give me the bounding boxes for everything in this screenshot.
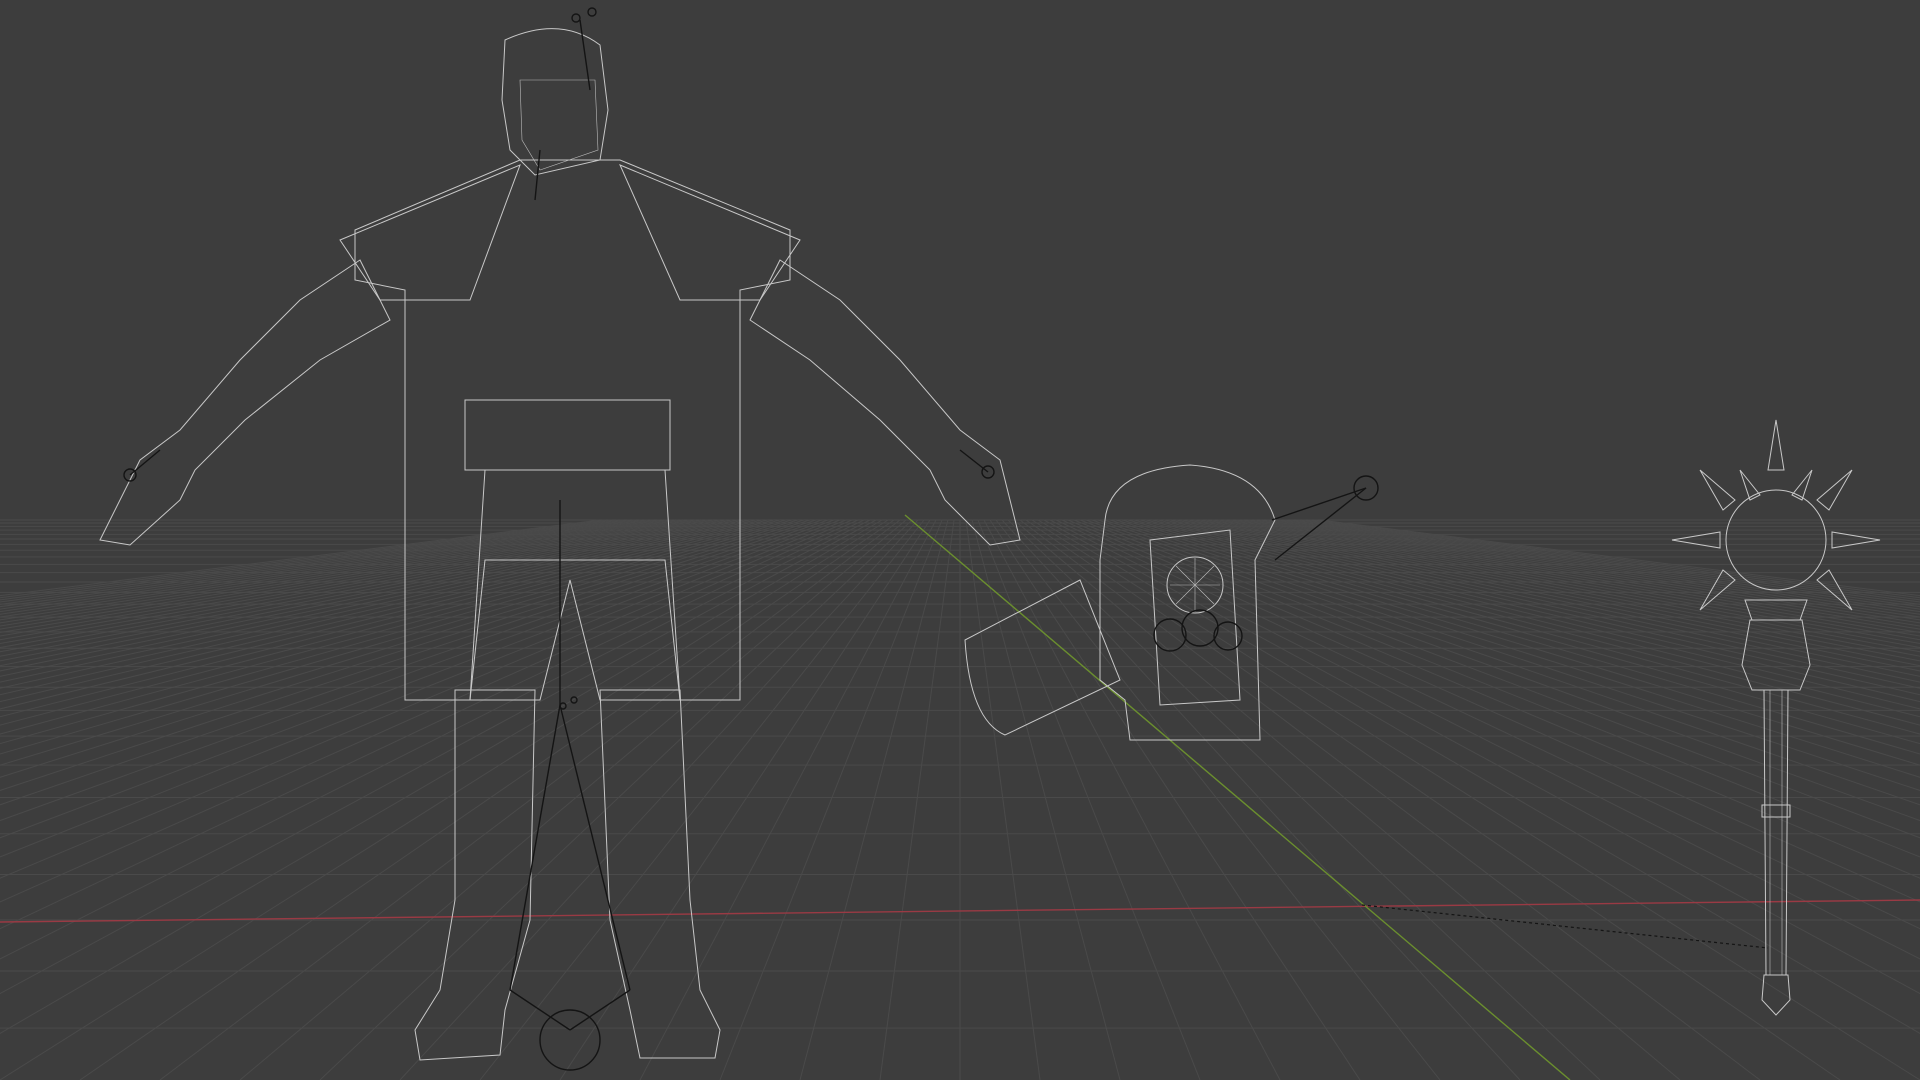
mace-parent-relation-line — [1361, 904, 1769, 949]
mace-mesh[interactable] — [1671, 419, 1881, 1016]
3d-viewport[interactable] — [0, 0, 1920, 1080]
ground-grid — [0, 519, 1920, 1080]
